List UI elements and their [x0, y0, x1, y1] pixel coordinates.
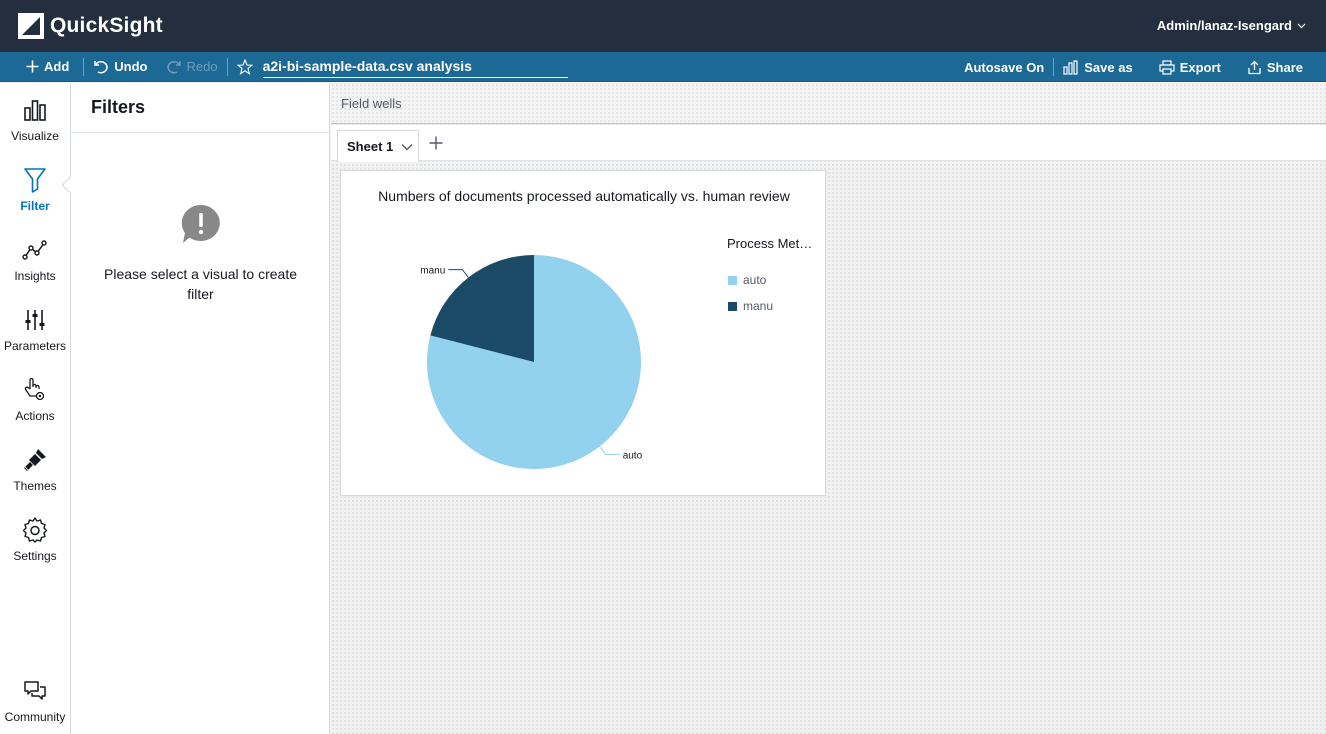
insights-icon: [0, 235, 70, 265]
filters-title: Filters: [71, 83, 329, 133]
pie-chart: auto manu: [420, 255, 643, 469]
nav-label-visualize: Visualize: [11, 129, 59, 143]
left-nav: Visualize Filter Insights Parameters Act…: [0, 83, 71, 734]
filter-icon: [0, 165, 70, 195]
nav-item-settings[interactable]: Settings: [0, 515, 70, 579]
user-menu[interactable]: Admin/lanaz-Isengard: [1157, 18, 1306, 33]
autosave-label: Autosave On: [964, 59, 1045, 75]
undo-button[interactable]: Undo: [93, 59, 148, 74]
autosave-toggle[interactable]: Autosave On: [964, 60, 1044, 75]
actions-icon: [0, 375, 70, 405]
redo-icon: [166, 60, 182, 74]
pie-leader-line: [599, 446, 620, 455]
toolbar-right-group: Autosave On Save as Export Share: [964, 52, 1326, 82]
nav-item-filter[interactable]: Filter: [0, 165, 70, 229]
nav-label-actions: Actions: [15, 409, 55, 423]
share-label: Share: [1266, 59, 1303, 75]
undo-label: Undo: [114, 59, 148, 74]
add-sheet-button[interactable]: [427, 134, 445, 152]
export-label: Export: [1179, 59, 1221, 75]
legend-item-auto[interactable]: auto: [728, 273, 766, 287]
alert-speech-bubble-icon: [180, 203, 222, 250]
pie-chart-visual[interactable]: Numbers of documents processed automatic…: [340, 170, 826, 496]
analysis-title-input[interactable]: [262, 55, 568, 78]
sheet-tab-label: Sheet 1: [347, 139, 394, 154]
legend-swatch: [728, 301, 737, 311]
plus-icon: [26, 60, 39, 73]
filters-panel: Filters Please select a visual to create…: [61, 83, 330, 734]
share-button[interactable]: Share: [1247, 60, 1303, 75]
legend-label: auto: [743, 273, 767, 287]
bar-chart-icon: [0, 95, 70, 125]
nav-item-insights[interactable]: Insights: [0, 235, 70, 299]
chevron-down-icon[interactable]: [401, 143, 413, 151]
nav-label-filter: Filter: [20, 199, 50, 213]
parameters-icon: [0, 305, 70, 335]
legend-title: Process Met…: [727, 236, 813, 251]
nav-label-themes: Themes: [13, 479, 57, 493]
plus-icon: [429, 136, 443, 150]
redo-button[interactable]: Redo: [166, 59, 218, 74]
top-bar: QuickSight Admin/lanaz-Isengard: [0, 0, 1326, 52]
community-chat-icon: [0, 676, 70, 706]
filters-empty-message: Please select a visual to create filter: [104, 266, 297, 302]
nav-label-insights: Insights: [14, 269, 56, 283]
printer-icon: [1159, 59, 1175, 75]
pie-leader-line: [448, 269, 469, 278]
analysis-toolbar: Add Undo Redo Autosave On Save as: [0, 52, 1326, 82]
export-button[interactable]: Export: [1159, 60, 1221, 75]
chevron-down-icon: [1297, 21, 1306, 31]
quicksight-logo-icon: [18, 13, 44, 39]
legend-item-manu[interactable]: manu: [728, 299, 773, 313]
tab-sheet-1[interactable]: Sheet 1: [337, 130, 419, 162]
favorite-star-icon[interactable]: [236, 58, 253, 75]
app-logo[interactable]: QuickSight: [18, 13, 163, 39]
themes-icon: [0, 445, 70, 475]
save-as-button[interactable]: Save as: [1063, 59, 1133, 75]
toolbar-divider: [1053, 58, 1055, 76]
pie-data-label: manu: [420, 266, 445, 277]
gear-icon: [0, 515, 70, 545]
legend-label: manu: [743, 299, 774, 313]
nav-label-community: Community: [4, 710, 66, 724]
nav-label-parameters: Parameters: [3, 339, 67, 353]
pie-data-label: auto: [623, 450, 643, 461]
nav-item-community[interactable]: Community: [0, 676, 70, 734]
nav-label-settings: Settings: [13, 549, 57, 563]
toolbar-divider: [83, 57, 85, 76]
nav-item-themes[interactable]: Themes: [0, 445, 70, 509]
field-wells-bar[interactable]: Field wells: [331, 83, 1326, 124]
field-wells-label: Field wells: [341, 96, 402, 111]
undo-icon: [93, 60, 109, 74]
save-as-label: Save as: [1084, 59, 1133, 75]
app-name: QuickSight: [50, 14, 163, 37]
save-as-icon: [1063, 59, 1079, 75]
legend-swatch: [728, 275, 737, 285]
share-icon: [1247, 60, 1262, 75]
add-button[interactable]: Add: [26, 59, 69, 74]
nav-item-actions[interactable]: Actions: [0, 375, 70, 439]
user-name: Admin/lanaz-Isengard: [1156, 18, 1292, 33]
redo-label: Redo: [186, 59, 218, 74]
nav-item-parameters[interactable]: Parameters: [0, 305, 70, 369]
add-label: Add: [44, 59, 70, 74]
nav-item-visualize[interactable]: Visualize: [0, 95, 70, 159]
sheet-tabs-bar: Sheet 1: [331, 125, 1326, 162]
toolbar-divider: [226, 57, 228, 76]
